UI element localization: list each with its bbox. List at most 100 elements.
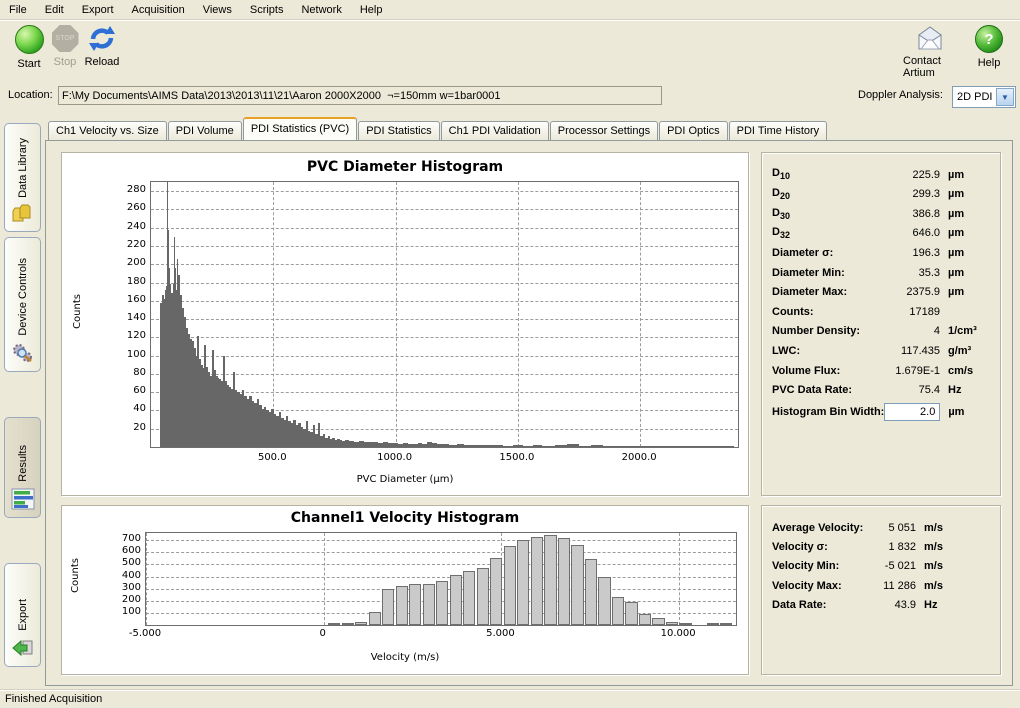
- histogram-bar: [523, 446, 533, 447]
- histogram-bar: [679, 623, 691, 625]
- stat-row-velocity-max: Velocity Max:11 286m/s: [762, 576, 1000, 595]
- location-input[interactable]: [58, 86, 662, 105]
- y-tick-label: 600: [103, 545, 141, 556]
- stat-row-velocity-min: Velocity Min:-5 021m/s: [762, 557, 1000, 576]
- histogram-bar: [714, 446, 733, 447]
- menu-item-export[interactable]: Export: [73, 2, 123, 18]
- stat-label: D20: [772, 187, 878, 201]
- gridline-y: [146, 564, 736, 565]
- menu-item-help[interactable]: Help: [351, 2, 392, 18]
- stat-value: 11 286: [870, 580, 916, 592]
- contact-artium-button[interactable]: Contact Artium: [903, 25, 957, 79]
- histogram-bar: [558, 538, 570, 625]
- x-tick-label: 10.000: [648, 628, 708, 639]
- x-axis-label: Velocity (m/s): [62, 652, 748, 663]
- y-tick-label: 300: [103, 582, 141, 593]
- histogram-bar: [544, 535, 556, 625]
- stat-label: Number Density:: [772, 325, 878, 337]
- histogram-bar: [555, 445, 567, 447]
- tab-ch1-pdi-validation[interactable]: Ch1 PDI Validation: [441, 121, 549, 140]
- x-tick-label: 0: [293, 628, 353, 639]
- x-tick-label: 1500.0: [487, 452, 547, 463]
- sidebar-item-label: Data Library: [17, 138, 29, 198]
- location-row: Location: Doppler Analysis: 2D PDI ▼: [0, 80, 1020, 112]
- sidebar-item-data-library[interactable]: Data Library: [4, 123, 41, 232]
- x-tick-label: 500.0: [242, 452, 302, 463]
- gridline-x: [396, 182, 397, 447]
- histogram-bar: [579, 446, 591, 447]
- histogram-bar: [436, 581, 448, 625]
- histogram-bar: [616, 446, 628, 447]
- histogram-bar: [409, 584, 421, 625]
- tab-strip: Ch1 Velocity vs. SizePDI VolumePDI Stati…: [48, 118, 828, 140]
- histogram-bar: [640, 446, 655, 447]
- histogram-bar: [513, 445, 523, 447]
- histogram-bar: [486, 445, 493, 447]
- export-arrow-icon: [11, 637, 35, 662]
- tab-pdi-time-history[interactable]: PDI Time History: [729, 121, 828, 140]
- menu-item-scripts[interactable]: Scripts: [241, 2, 293, 18]
- tab-pdi-optics[interactable]: PDI Optics: [659, 121, 728, 140]
- tab-processor-settings[interactable]: Processor Settings: [550, 121, 658, 140]
- histogram-bar: [457, 444, 464, 447]
- stat-unit: µm: [940, 188, 990, 200]
- y-tick-label: 140: [108, 312, 146, 323]
- stat-label: Histogram Bin Width:: [772, 406, 884, 418]
- folders-icon: [11, 204, 35, 227]
- tab-ch1-velocity-vs-size[interactable]: Ch1 Velocity vs. Size: [48, 121, 167, 140]
- sidebar-item-export[interactable]: Export: [4, 563, 41, 667]
- x-tick-label: 2000.0: [609, 452, 669, 463]
- histogram-bar: [655, 446, 670, 447]
- y-tick-label: 160: [108, 294, 146, 305]
- stat-row-diameter-σ: Diameter σ:196.3µm: [762, 243, 1000, 262]
- sidebar-item-results[interactable]: Results: [4, 417, 41, 518]
- histogram-bin-width-input[interactable]: [884, 403, 940, 421]
- stat-value: 196.3: [878, 247, 940, 259]
- reload-button-label: Reload: [85, 56, 120, 68]
- tab-pdi-statistics-pvc-[interactable]: PDI Statistics (PVC): [243, 117, 357, 140]
- histogram-bar: [628, 446, 640, 447]
- chevron-down-icon[interactable]: ▼: [996, 88, 1014, 106]
- x-axis-label: PVC Diameter (µm): [62, 474, 748, 485]
- histogram-bar: [464, 445, 471, 447]
- histogram-bar: [369, 612, 381, 625]
- menu-item-acquisition[interactable]: Acquisition: [123, 2, 194, 18]
- histogram-bar: [442, 444, 449, 447]
- histogram-bar: [652, 618, 664, 625]
- menu-item-edit[interactable]: Edit: [36, 2, 73, 18]
- histogram-bar: [355, 622, 367, 625]
- stat-unit: m/s: [916, 522, 990, 534]
- histogram-bar: [591, 445, 603, 447]
- menu-item-views[interactable]: Views: [194, 2, 241, 18]
- menu-item-network[interactable]: Network: [292, 2, 350, 18]
- stat-unit: 1/cm³: [940, 325, 990, 337]
- histogram-bar: [603, 446, 615, 447]
- stat-unit: m/s: [916, 541, 990, 553]
- tab-control: Ch1 Velocity vs. SizePDI VolumePDI Stati…: [45, 118, 1013, 686]
- histogram-bar: [423, 584, 435, 625]
- sidebar-item-device-controls[interactable]: Device Controls: [4, 237, 41, 372]
- tab-pdi-statistics[interactable]: PDI Statistics: [358, 121, 439, 140]
- stat-unit: µm: [940, 267, 990, 279]
- doppler-analysis-select[interactable]: 2D PDI ▼: [952, 86, 1016, 108]
- menu-item-file[interactable]: File: [0, 2, 36, 18]
- gridline-x: [679, 533, 680, 625]
- gridline-x: [324, 533, 325, 625]
- stat-value: 225.9: [878, 169, 940, 181]
- gridline-x: [640, 182, 641, 447]
- stat-value: -5 021: [870, 560, 916, 572]
- histogram-bar: [328, 623, 340, 625]
- tab-pdi-volume[interactable]: PDI Volume: [168, 121, 242, 140]
- gridline-y: [146, 577, 736, 578]
- stat-label: D30: [772, 207, 878, 221]
- reload-button[interactable]: Reload: [75, 25, 129, 68]
- y-tick-label: 700: [103, 533, 141, 544]
- stat-value: 43.9: [870, 599, 916, 611]
- histogram-bar: [517, 540, 529, 625]
- y-tick-label: 120: [108, 330, 146, 341]
- menu-bar: FileEditExportAcquisitionViewsScriptsNet…: [0, 0, 1020, 20]
- gridline-y: [151, 301, 738, 302]
- pvc-diameter-histogram-chart: PVC Diameter Histogram204060801001201401…: [61, 152, 749, 496]
- gridline-x: [518, 182, 519, 447]
- help-button[interactable]: ? Help: [962, 25, 1016, 69]
